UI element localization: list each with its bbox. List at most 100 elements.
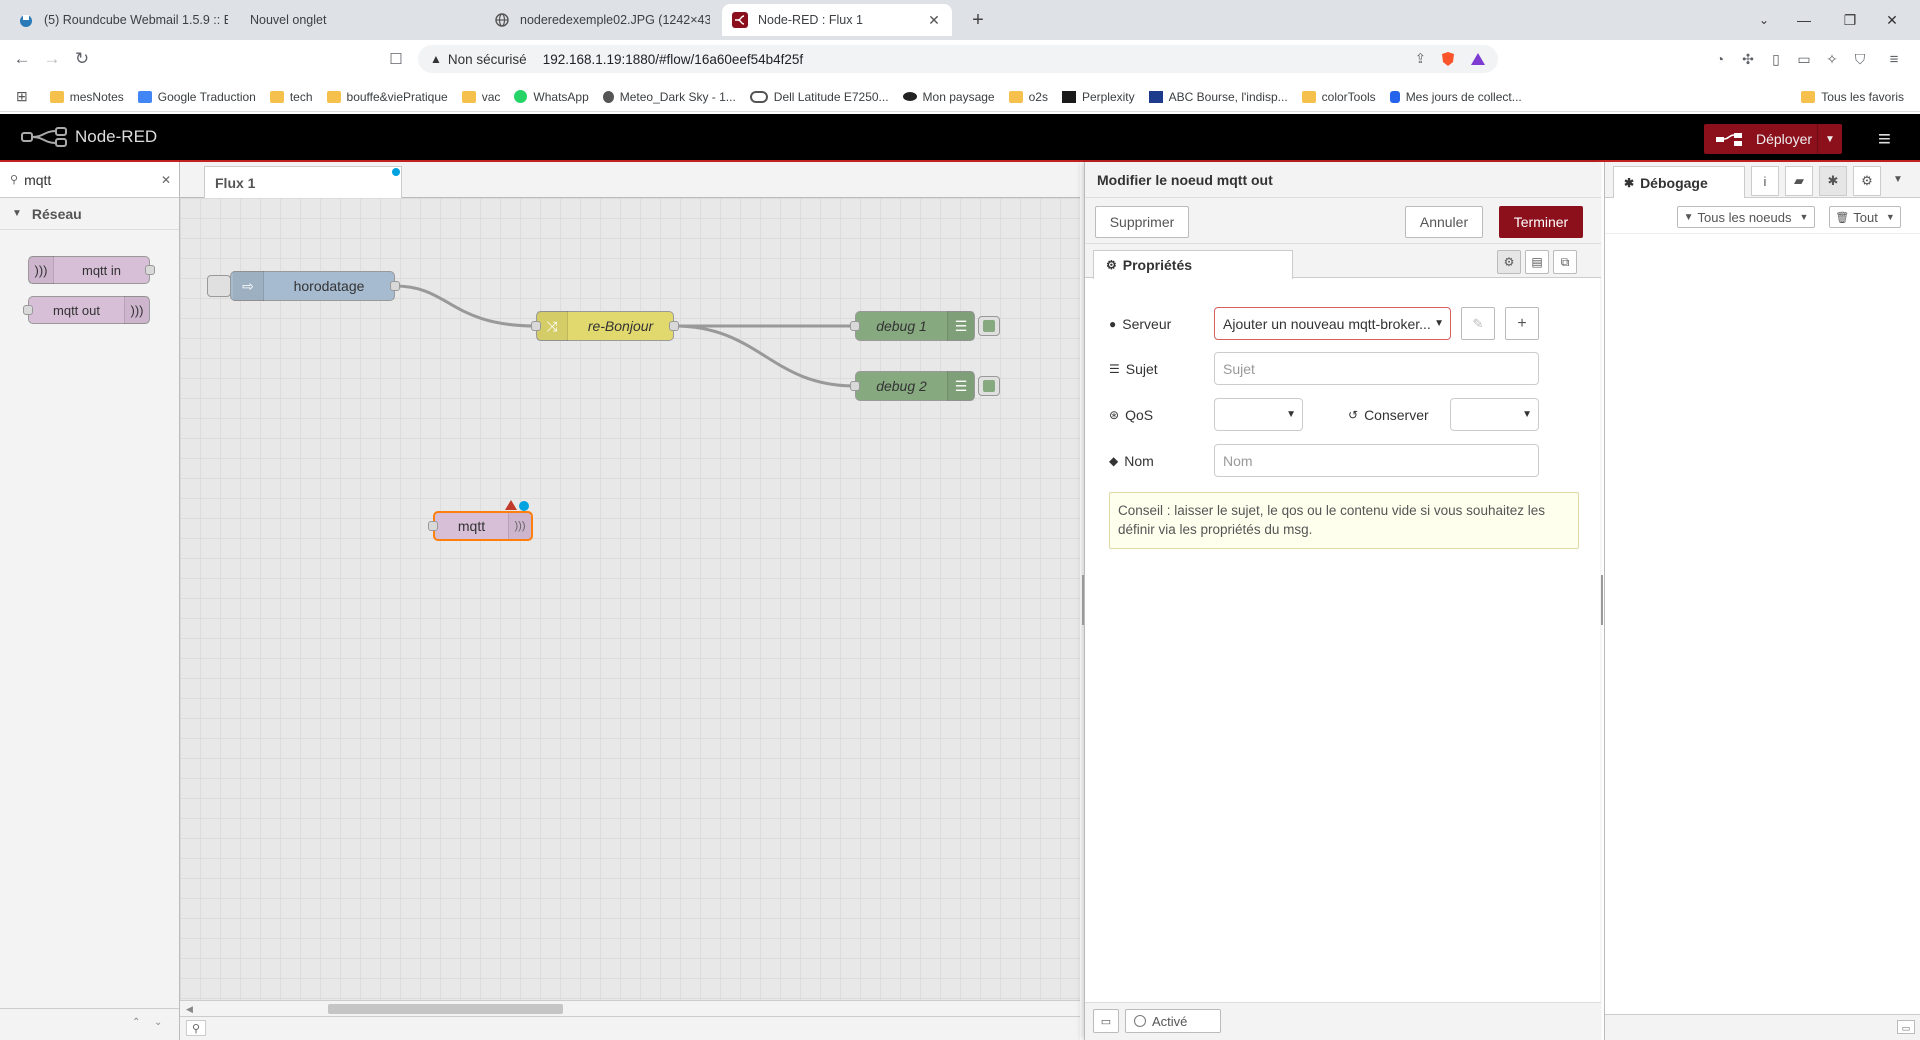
debug-toggle-2[interactable]	[978, 376, 1000, 396]
new-tab-button[interactable]: +	[966, 8, 990, 32]
retain-select[interactable]: ▼	[1450, 398, 1539, 431]
search-icon[interactable]: ⚲	[186, 1020, 206, 1036]
bookmark-mon-paysage[interactable]: Mon paysage	[902, 90, 995, 104]
appearance-tab-icon[interactable]: ⧉	[1553, 250, 1577, 274]
bookmark-tech[interactable]: tech	[269, 90, 313, 104]
debug-node-2[interactable]: debug 2 ☰	[850, 371, 975, 401]
help-book-icon[interactable]: ▭	[1093, 1009, 1119, 1033]
wire[interactable]	[673, 324, 856, 388]
server-select[interactable]: Ajouter un nouveau mqtt-broker... ▼	[1214, 307, 1451, 340]
bookmark-vac[interactable]: vac	[461, 90, 500, 104]
retain-label: ↺ Conserver	[1348, 407, 1429, 423]
horizontal-scrollbar[interactable]: ◀	[180, 1000, 1080, 1016]
change-node[interactable]: ⤨ re-Bonjour	[531, 311, 679, 341]
puzzle-icon[interactable]: ✣	[1734, 45, 1762, 73]
sidebar-splitter-handle[interactable]	[1601, 575, 1603, 625]
tab-debug[interactable]: ✱ Débogage	[1613, 166, 1745, 199]
bookmark-perplexity[interactable]: Perplexity	[1061, 90, 1135, 104]
scroll-left-icon[interactable]: ◀	[186, 1004, 193, 1015]
debug-node-1[interactable]: debug 1 ☰	[850, 311, 975, 341]
open-window-icon[interactable]: ▭	[1897, 1020, 1915, 1034]
scrollbar-thumb[interactable]	[328, 1004, 563, 1014]
menu-icon[interactable]: ≡	[1880, 45, 1908, 73]
forward-icon[interactable]: →	[38, 45, 66, 73]
bookmarks-bar: ⊞ mesNotes Google Traduction tech bouffe…	[0, 82, 1920, 112]
sidebar-menu-icon[interactable]: ▼	[1893, 174, 1903, 185]
palette-category-reseau[interactable]: ▼ Réseau	[0, 198, 179, 230]
browser-tab-roundcube[interactable]: (5) Roundcube Webmail 1.5.9 :: Bolt	[8, 4, 238, 36]
tab-properties[interactable]: ⚙ Propriétés	[1093, 250, 1293, 279]
edit-server-button[interactable]: ✎	[1461, 307, 1495, 340]
wire[interactable]	[394, 284, 537, 328]
inject-button[interactable]	[207, 275, 231, 297]
config-tab-icon[interactable]: ⚙	[1853, 166, 1881, 196]
vpn-icon[interactable]: ⛉	[1846, 45, 1874, 73]
bookmark-jours-collecte[interactable]: Mes jours de collect...	[1389, 90, 1522, 104]
cancel-button[interactable]: Annuler	[1405, 206, 1483, 238]
bookmark-abc-bourse[interactable]: ABC Bourse, l'indisp...	[1148, 90, 1288, 104]
browser-tab-new[interactable]: Nouvel onglet	[240, 4, 480, 36]
bookmark-bouffe[interactable]: bouffe&viePratique	[326, 90, 448, 104]
info-tab-icon[interactable]: i	[1751, 166, 1779, 196]
splitter-handle[interactable]	[1082, 575, 1084, 625]
enabled-toggle[interactable]: Activé	[1125, 1009, 1221, 1033]
share-icon[interactable]: ⇪	[1415, 51, 1426, 67]
debug-tab-icon[interactable]: ✱	[1819, 166, 1847, 196]
bookmark-meteo[interactable]: Meteo_Dark Sky - 1...	[602, 90, 736, 104]
bookmark-whatsapp[interactable]: WhatsApp	[514, 90, 589, 104]
help-tab-icon[interactable]: ▰	[1785, 166, 1813, 196]
address-bar[interactable]: ▲ Non sécurisé 192.168.1.19:1880/#flow/1…	[418, 45, 1498, 73]
bookmark-colortools[interactable]: colorTools	[1301, 90, 1376, 104]
clear-search-icon[interactable]: ✕	[161, 173, 171, 187]
url-text[interactable]: 192.168.1.19:1880/#flow/16a60eef54b4f25f	[543, 52, 803, 67]
sidebar-toggle-icon[interactable]: ▯	[1762, 45, 1790, 73]
bookmark-all-favorites[interactable]: Tous les favoris	[1801, 90, 1904, 104]
wallet-icon[interactable]: ▭	[1790, 45, 1818, 73]
brave-shield-icon[interactable]	[1440, 51, 1456, 67]
name-input[interactable]: Nom	[1214, 444, 1539, 477]
deploy-dropdown-icon[interactable]: ▼	[1817, 124, 1842, 154]
close-tab-icon[interactable]: ✕	[926, 12, 942, 29]
collapse-all-icon[interactable]: ⌃	[132, 1017, 140, 1028]
settings-tab-icon[interactable]: ⚙	[1497, 250, 1521, 274]
main-menu-icon[interactable]: ≡	[1878, 126, 1891, 152]
debug-filter-button[interactable]: ▼ Tous les noeuds ▼	[1677, 206, 1815, 228]
delete-button[interactable]: Supprimer	[1095, 206, 1189, 238]
tab-search-icon[interactable]: ⌄	[1744, 8, 1784, 32]
browser-tab-nodered[interactable]: Node-RED : Flux 1 ✕	[722, 4, 952, 36]
flow-canvas[interactable]: ⇨ horodatage ⤨ re-Bonjour debug 1 ☰ debu…	[180, 198, 1080, 1000]
palette-node-mqtt-out[interactable]: mqtt out )))	[23, 296, 150, 324]
qos-select[interactable]: ▼	[1214, 398, 1303, 431]
extension-icon[interactable]: ◔	[1706, 45, 1734, 73]
window-close-icon[interactable]: ✕	[1872, 8, 1912, 32]
add-server-button[interactable]: +	[1505, 307, 1539, 340]
bookmark-mesnotes[interactable]: mesNotes	[49, 90, 124, 104]
reload-icon[interactable]: ↻	[68, 45, 96, 73]
palette-search[interactable]: ⚲ mqtt ✕	[0, 162, 179, 198]
tab-flux-1[interactable]: Flux 1	[204, 166, 402, 198]
bookmark-google-traduction[interactable]: Google Traduction	[137, 90, 256, 104]
inject-node[interactable]: ⇨ horodatage	[207, 271, 400, 301]
expand-all-icon[interactable]: ⌄	[154, 1017, 162, 1028]
minimize-icon[interactable]: —	[1784, 8, 1824, 32]
restore-icon[interactable]: ❐	[1830, 8, 1870, 32]
debug-clear-button[interactable]: 🗑 Tout ▼	[1829, 206, 1901, 228]
apps-grid-icon[interactable]: ⊞	[16, 88, 28, 105]
bookmark-o2s[interactable]: o2s	[1008, 90, 1048, 104]
browser-tab-image[interactable]: noderedexemple02.JPG (1242×431)	[484, 4, 720, 36]
brave-rewards-icon[interactable]	[1470, 51, 1486, 67]
folder-icon	[461, 90, 476, 103]
mqtt-out-node[interactable]: mqtt )))	[428, 511, 533, 541]
debug-toggle-1[interactable]	[978, 316, 1000, 336]
palette-node-mqtt-in[interactable]: ))) mqtt in	[28, 256, 155, 284]
palette-search-input[interactable]: mqtt	[24, 172, 51, 188]
done-button[interactable]: Terminer	[1499, 206, 1583, 238]
bookmark-icon[interactable]: ☐	[382, 45, 410, 73]
back-icon[interactable]: ←	[8, 45, 36, 73]
leo-icon[interactable]: ✧	[1818, 45, 1846, 73]
mqtt-icon: )))	[29, 256, 54, 284]
bookmark-dell[interactable]: Dell Latitude E7250...	[749, 90, 889, 104]
deploy-button[interactable]: Déployer ▼	[1704, 124, 1842, 154]
description-tab-icon[interactable]: ▤	[1525, 250, 1549, 274]
topic-input[interactable]: Sujet	[1214, 352, 1539, 385]
